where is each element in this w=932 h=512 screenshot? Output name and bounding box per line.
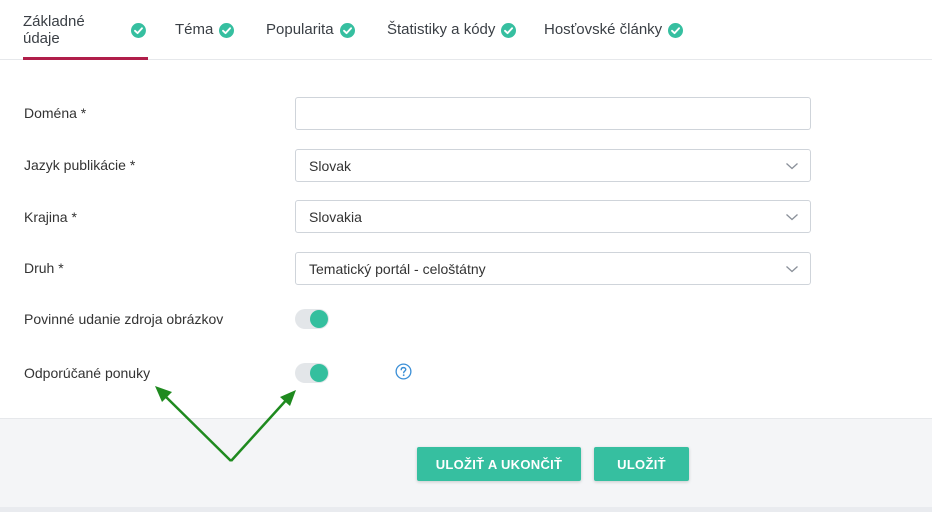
country-select-value: Slovakia [309,208,362,225]
toggle-knob [310,310,328,328]
annotation-arrowhead-left [155,386,172,402]
tab-tema[interactable]: Téma [175,0,235,59]
tab-label: Štatistiky a kódy [387,21,496,38]
tab-hostovske-clanky[interactable]: Hosťovské články [544,0,684,59]
tab-statistiky-a-kody[interactable]: Štatistiky a kódy [387,0,517,59]
question-circle-icon[interactable] [395,363,412,380]
country-select[interactable]: Slovakia [295,200,811,233]
image-source-toggle[interactable] [295,309,329,329]
tab-label: Hosťovské články [544,21,663,38]
toggle-knob [310,364,328,382]
type-label: Druh * [24,260,64,276]
chevron-down-icon [786,162,798,169]
tab-label: Popularita [266,21,334,38]
tab-label: Základné údaje [23,12,85,47]
language-select[interactable]: Slovak [295,149,811,182]
footer-divider [0,507,932,512]
type-select-value: Tematický portál - celoštátny [309,260,486,277]
domain-label: Doména * [24,105,87,121]
check-circle-icon [131,23,146,38]
chevron-down-icon [786,265,798,272]
check-circle-icon [668,23,684,38]
language-select-value: Slovak [309,157,352,174]
image-source-label: Povinné udanie zdroja obrázkov [24,311,224,327]
save-and-exit-button[interactable]: ULOŽIŤ A UKONČIŤ [417,447,581,481]
domain-input[interactable] [295,97,811,130]
tab-bar: Základné údaje Téma Popularita Štatistik… [0,0,932,60]
type-select[interactable]: Tematický portál - celoštátny [295,252,811,285]
language-label: Jazyk publikácie * [24,157,136,173]
tab-popularita[interactable]: Popularita [266,0,355,59]
save-button[interactable]: ULOŽIŤ [594,447,689,481]
check-circle-icon [339,23,355,38]
annotation-arrowhead-right [280,390,296,406]
tab-label: Téma [175,21,214,38]
check-circle-icon [501,23,517,38]
country-label: Krajina * [24,209,77,225]
chevron-down-icon [786,213,798,220]
tab-zakladne-udaje[interactable]: Základné údaje [23,0,148,60]
check-circle-icon [219,23,235,38]
recommended-toggle[interactable] [295,363,329,383]
recommended-label: Odporúčané ponuky [24,365,151,381]
